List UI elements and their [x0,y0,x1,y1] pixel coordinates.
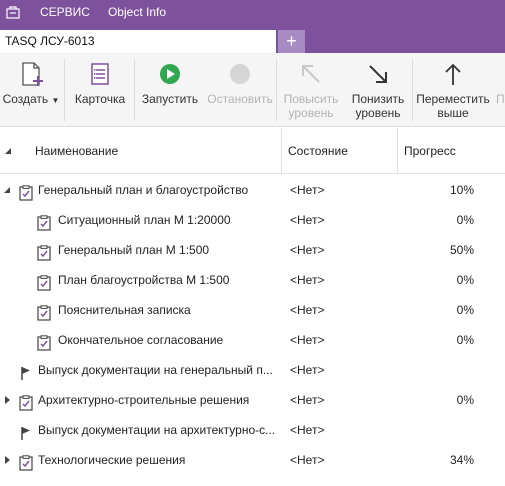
row-name: Выпуск документации на архитектурно-с... [38,423,276,437]
task-clipboard-icon [36,302,52,321]
table-row[interactable]: Ситуационный план М 1:20000 <Нет> 0% [0,205,505,235]
stop-label: Остановить [207,92,273,106]
arrow-down-right-icon [365,61,391,87]
flag-icon [18,362,34,380]
next-button-partial[interactable]: П [494,53,505,127]
table-row[interactable]: Генеральный план М 1:500 <Нет> 50% [0,235,505,265]
toolbar-divider [412,59,413,121]
move-up-label-line1: Переместить [416,92,490,106]
table-row[interactable]: План благоустройства М 1:500 <Нет> 0% [0,265,505,295]
row-progress: 0% [456,213,474,227]
table-row[interactable]: Технологические решения <Нет> 34% [0,445,505,475]
task-clipboard-icon [36,332,52,351]
menu-service[interactable]: СЕРВИС [40,5,90,19]
stop-icon [227,61,253,87]
arrow-up-left-icon [298,61,324,87]
toolbar-divider [276,59,277,121]
play-icon [157,61,183,87]
task-clipboard-icon [36,242,52,261]
expand-icon[interactable] [4,445,14,475]
table-row[interactable]: Выпуск документации на генеральный п... … [0,355,505,385]
arrow-up-icon [440,61,466,87]
table-row[interactable]: Пояснительная записка <Нет> 0% [0,295,505,325]
column-header-name[interactable]: Наименование [35,128,118,174]
task-clipboard-icon [18,392,34,411]
app-icon[interactable] [4,3,22,21]
chevron-down-icon: ▼ [51,96,60,105]
task-clipboard-icon [18,182,34,201]
grid-header: Наименование Состояние Прогресс [0,128,505,174]
lower-level-button[interactable]: Понизить уровень [346,53,410,127]
tab-tasq[interactable]: TASQ ЛСУ-6013 [0,30,276,53]
flag-icon [18,422,34,440]
card-label: Карточка [74,92,126,106]
row-state: <Нет> [290,453,325,467]
expand-icon[interactable] [4,385,14,415]
start-button[interactable]: Запустить [137,53,203,127]
move-up-button[interactable]: Переместить выше [414,53,492,127]
row-name: Технологические решения [38,453,186,467]
title-bar: СЕРВИС Object Info [0,0,505,24]
row-state: <Нет> [290,183,325,197]
row-name: Выпуск документации на генеральный п... [38,363,273,377]
toolbar-divider [64,59,65,121]
toolbar: Создать ▼ Карточка Запустить Остановить … [0,53,505,127]
row-name: Архитектурно-строительные решения [38,393,250,407]
row-name: Генеральный план и благоустройство [38,183,249,197]
card-icon [87,61,113,87]
row-progress: 34% [449,453,474,467]
raise-level-button[interactable]: Повысить уровень [279,53,343,127]
move-up-label-line2: выше [437,106,469,120]
column-separator[interactable] [397,128,398,174]
row-progress: 0% [456,273,474,287]
stop-button[interactable]: Остановить [205,53,275,127]
row-state: <Нет> [290,363,325,377]
table-row[interactable]: Окончательное согласование <Нет> 0% [0,325,505,355]
row-progress: 50% [449,243,474,257]
row-name: Генеральный план М 1:500 [58,243,210,257]
row-state: <Нет> [290,213,325,227]
task-clipboard-icon [18,452,34,471]
new-document-icon [18,61,44,87]
column-header-state[interactable]: Состояние [288,128,348,174]
raise-label-line1: Повысить [283,92,339,106]
row-state: <Нет> [290,243,325,257]
row-progress: 0% [456,303,474,317]
row-progress: 0% [456,393,474,407]
lower-label-line1: Понизить [351,92,405,106]
start-label: Запустить [141,92,199,106]
lower-label-line2: уровень [355,106,401,120]
column-header-progress[interactable]: Прогресс [404,128,456,174]
row-progress: 0% [456,333,474,347]
row-name: План благоустройства М 1:500 [58,273,230,287]
create-button[interactable]: Создать ▼ [0,53,62,127]
task-clipboard-icon [36,212,52,231]
collapse-icon[interactable] [3,175,13,205]
table-row[interactable]: Архитектурно-строительные решения <Нет> … [0,385,505,415]
column-separator[interactable] [281,128,282,174]
next-label-partial: П [496,92,505,106]
table-row[interactable]: Выпуск документации на архитектурно-с...… [0,415,505,445]
create-label: Создать [2,92,49,106]
row-name: Окончательное согласование [58,333,224,347]
card-button[interactable]: Карточка [68,53,132,127]
menu-object-info[interactable]: Object Info [108,5,166,19]
row-state: <Нет> [290,333,325,347]
tab-bar: TASQ ЛСУ-6013 + [0,24,505,53]
row-state: <Нет> [290,393,325,407]
toolbar-divider [134,59,135,121]
row-progress: 10% [449,183,474,197]
add-tab-button[interactable]: + [278,30,305,53]
row-state: <Нет> [290,423,325,437]
row-state: <Нет> [290,273,325,287]
table-row[interactable]: Генеральный план и благоустройство <Нет>… [0,175,505,205]
collapse-all-icon[interactable] [4,128,16,174]
row-name: Ситуационный план М 1:20000 [58,213,231,227]
row-name: Пояснительная записка [58,303,191,317]
row-state: <Нет> [290,303,325,317]
task-clipboard-icon [36,272,52,291]
raise-label-line2: уровень [288,106,334,120]
